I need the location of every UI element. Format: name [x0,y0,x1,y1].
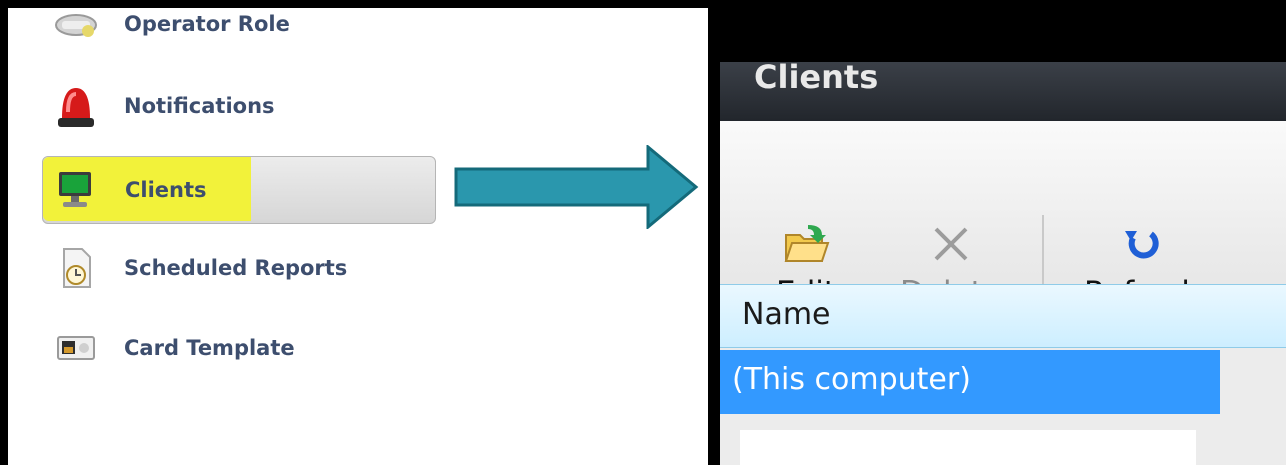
siren-icon [52,82,100,130]
clock-document-icon [52,244,100,292]
table-header: Name [720,284,1286,348]
column-header-name[interactable]: Name [742,297,831,332]
monitor-icon [51,166,99,214]
panel-title: Clients [754,58,879,96]
sidebar-item-scheduled-reports[interactable]: Scheduled Reports [8,238,448,298]
left-sidebar: Operator Role Notifications Clients Sche… [8,8,708,465]
delete-x-icon [934,227,968,261]
sidebar-item-operator-role[interactable]: Operator Role [8,0,448,54]
table-cell-name: (This computer) [732,362,971,397]
sidebar-item-label: Operator Role [124,12,290,36]
sidebar-item-notifications[interactable]: Notifications [8,76,448,136]
sidebar-item-clients[interactable]: Clients [42,156,436,224]
sidebar-item-label: Card Template [124,336,295,360]
operator-role-icon [52,0,100,48]
id-card-icon [52,324,100,372]
right-arrow-icon [454,145,699,229]
sidebar-item-label: Clients [125,178,207,202]
folder-edit-icon [784,225,830,262]
sidebar-item-label: Scheduled Reports [124,256,348,280]
refresh-icon [1124,231,1159,259]
table-empty-area [740,430,1196,465]
panel-header: Clients [720,58,1286,121]
table-row[interactable]: (This computer) [720,350,1220,414]
sidebar-item-label: Notifications [124,94,275,118]
sidebar-item-card-template[interactable]: Card Template [8,318,448,378]
clients-panel: Clients Edit Delete Refresh Name [720,58,1286,465]
